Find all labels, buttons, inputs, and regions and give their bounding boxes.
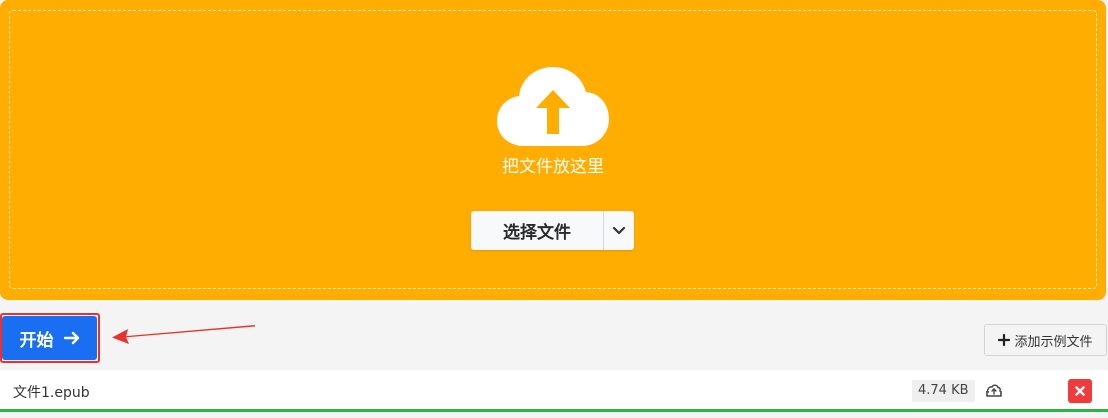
plus-icon: [998, 334, 1011, 346]
file-name: 文件1.epub: [13, 385, 90, 401]
start-button-label: 开始: [19, 330, 54, 351]
chevron-down-icon: [612, 226, 626, 234]
annotation-arrow: [112, 325, 255, 344]
select-file-button[interactable]: 选择文件: [471, 211, 603, 250]
dropzone-hint-text: 把文件放这里: [502, 157, 604, 177]
select-file-button-group: 选择文件: [471, 211, 634, 250]
cloud-upload-icon: [497, 67, 609, 146]
file-list-item: 文件1.epub 4.74 KB: [0, 370, 1108, 412]
file-dropzone[interactable]: 把文件放这里 选择文件: [0, 0, 1106, 300]
cloud-upload-outline-icon[interactable]: [985, 381, 1003, 399]
add-sample-file-button[interactable]: 添加示例文件: [984, 324, 1107, 356]
file-size-badge: 4.74 KB: [912, 380, 975, 402]
close-icon: [1075, 386, 1085, 396]
remove-file-button[interactable]: [1068, 379, 1092, 403]
select-source-dropdown-button[interactable]: [604, 211, 634, 250]
add-sample-file-label: 添加示例文件: [1014, 334, 1093, 350]
start-button[interactable]: 开始: [2, 316, 97, 360]
arrow-right-icon: [63, 331, 79, 345]
